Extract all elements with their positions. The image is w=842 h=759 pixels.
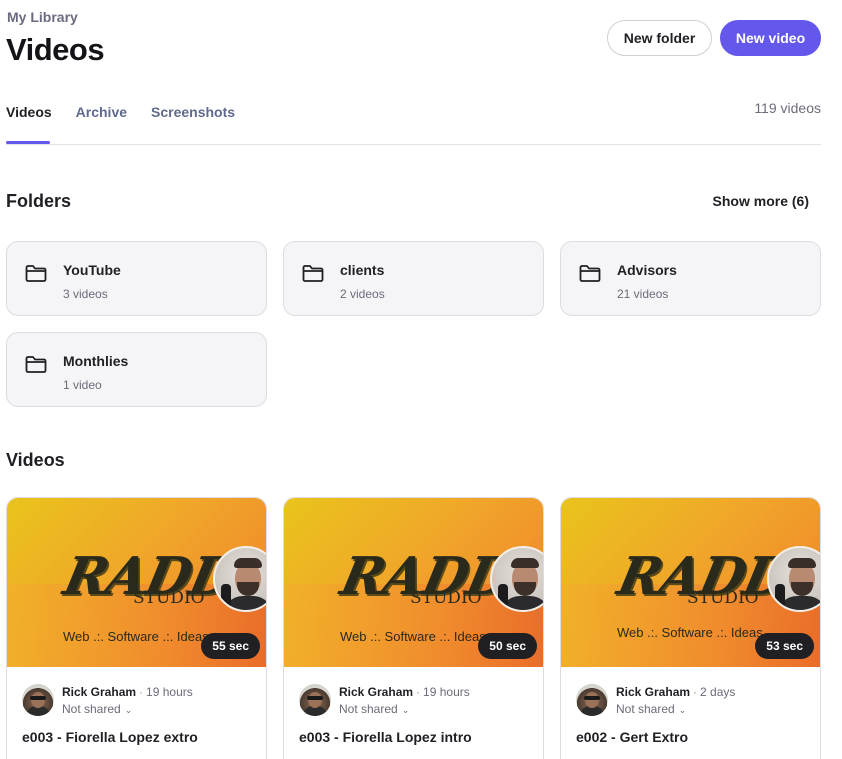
folder-icon (25, 265, 47, 282)
avatar (22, 684, 54, 716)
folder-icon (579, 265, 601, 282)
separator-dot: · (416, 685, 421, 699)
folder-video-count: 2 videos (340, 287, 385, 301)
thumbnail-tagline: Web .:. Software .:. Ideas (63, 629, 209, 644)
video-title[interactable]: e002 - Gert Extro (576, 729, 688, 745)
duration-badge: 55 sec (201, 633, 260, 659)
thumbnail-logo-sub: STUDIO (687, 588, 759, 608)
chevron-down-icon: ⌄ (124, 705, 133, 715)
author-line: Rick Graham · 19 hours (62, 685, 193, 699)
folder-card-monthlies[interactable]: Monthlies 1 video (6, 332, 267, 407)
thumbnail-tagline: Web .:. Software .:. Ideas (340, 629, 486, 644)
video-title[interactable]: e003 - Fiorella Lopez intro (299, 729, 472, 745)
share-status: Not shared (616, 702, 675, 716)
author-line: Rick Graham · 2 days (616, 685, 735, 699)
tab-divider (6, 144, 821, 145)
video-count: 119 videos (754, 100, 821, 116)
share-status-dropdown[interactable]: Not shared ⌄ (616, 702, 686, 716)
tab-bar: Videos Archive Screenshots (6, 104, 259, 120)
video-thumbnail[interactable]: RADD STUDIO Web .:. Software .:. Ideas 5… (561, 498, 820, 667)
time-ago: 19 hours (146, 685, 193, 699)
video-card[interactable]: RADD STUDIO Web .:. Software .:. Ideas 5… (560, 497, 821, 759)
folder-card-youtube[interactable]: YouTube 3 videos (6, 241, 267, 316)
share-status: Not shared (339, 702, 398, 716)
share-status: Not shared (62, 702, 121, 716)
share-status-dropdown[interactable]: Not shared ⌄ (62, 702, 132, 716)
duration-badge: 50 sec (478, 633, 537, 659)
folder-video-count: 3 videos (63, 287, 108, 301)
presenter-bubble (767, 546, 820, 612)
time-ago: 2 days (700, 685, 736, 699)
folders-heading: Folders (6, 191, 72, 211)
folder-name: Monthlies (63, 353, 129, 369)
folder-name: YouTube (63, 262, 121, 278)
folder-card-clients[interactable]: clients 2 videos (283, 241, 544, 316)
new-folder-button[interactable]: New folder (607, 20, 712, 56)
share-status-dropdown[interactable]: Not shared ⌄ (339, 702, 409, 716)
duration-badge: 53 sec (755, 633, 814, 659)
video-title[interactable]: e003 - Fiorella Lopez extro (22, 729, 198, 745)
video-thumbnail[interactable]: RADD STUDIO Web .:. Software .:. Ideas 5… (284, 498, 543, 667)
tab-archive[interactable]: Archive (76, 104, 127, 120)
chevron-down-icon: ⌄ (401, 705, 410, 715)
folder-name: Advisors (617, 262, 677, 278)
video-thumbnail[interactable]: RADD STUDIO Web .:. Software .:. Ideas 5… (7, 498, 266, 667)
tab-screenshots[interactable]: Screenshots (151, 104, 235, 120)
avatar (576, 684, 608, 716)
thumbnail-logo-sub: STUDIO (133, 588, 205, 608)
video-card[interactable]: RADD STUDIO Web .:. Software .:. Ideas 5… (283, 497, 544, 759)
breadcrumb[interactable]: My Library (7, 9, 78, 25)
author-name: Rick Graham (62, 685, 137, 699)
thumbnail-logo-sub: STUDIO (410, 588, 482, 608)
show-more-folders-button[interactable]: Show more (6) (713, 193, 809, 209)
presenter-bubble (490, 546, 543, 612)
folder-name: clients (340, 262, 385, 278)
separator-dot: · (139, 685, 144, 699)
videos-heading: Videos (6, 450, 65, 470)
author-line: Rick Graham · 19 hours (339, 685, 470, 699)
tab-videos[interactable]: Videos (6, 104, 52, 120)
folder-video-count: 21 videos (617, 287, 669, 301)
separator-dot: · (693, 685, 698, 699)
author-name: Rick Graham (339, 685, 414, 699)
folder-video-count: 1 video (63, 378, 102, 392)
time-ago: 19 hours (423, 685, 470, 699)
chevron-down-icon: ⌄ (678, 705, 687, 715)
folder-icon (302, 265, 324, 282)
video-card[interactable]: RADD STUDIO Web .:. Software .:. Ideas 5… (6, 497, 267, 759)
presenter-bubble (213, 546, 266, 612)
folder-icon (25, 356, 47, 373)
page-title: Videos (6, 32, 105, 67)
avatar (299, 684, 331, 716)
new-video-button[interactable]: New video (720, 20, 821, 56)
folder-card-advisors[interactable]: Advisors 21 videos (560, 241, 821, 316)
thumbnail-tagline: Web .:. Software .:. Ideas (617, 625, 763, 640)
author-name: Rick Graham (616, 685, 691, 699)
